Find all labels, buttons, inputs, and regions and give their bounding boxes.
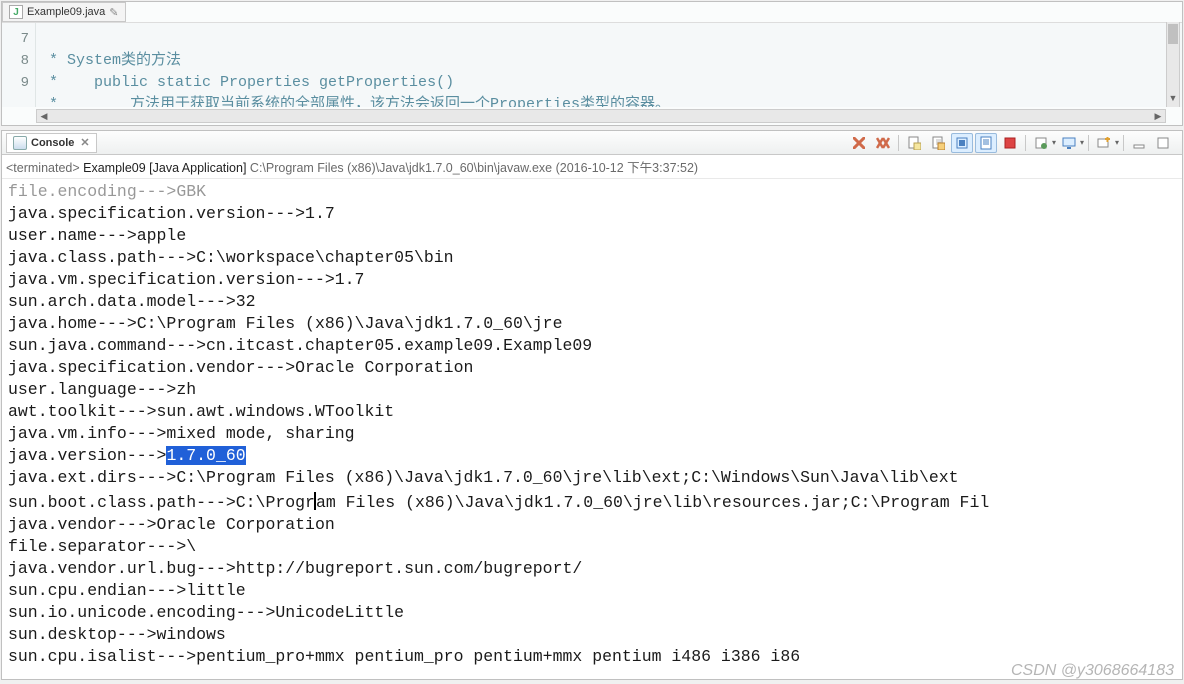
scroll-lock-button[interactable]: [951, 133, 973, 153]
output-line: sun.desktop--->windows: [8, 624, 1176, 646]
word-wrap-button[interactable]: [975, 133, 997, 153]
output-line: sun.arch.data.model--->32: [8, 291, 1176, 313]
console-output[interactable]: file.encoding--->GBKjava.specification.v…: [2, 179, 1182, 679]
output-line: user.name--->apple: [8, 225, 1176, 247]
scroll-thumb[interactable]: [1168, 24, 1178, 44]
new-console-icon: [1097, 136, 1111, 150]
scroll-right-arrow-icon[interactable]: ▶: [1151, 110, 1165, 122]
output-line: java.vm.specification.version--->1.7: [8, 269, 1176, 291]
output-line: java.specification.vendor--->Oracle Corp…: [8, 357, 1176, 379]
dropdown-arrow-icon[interactable]: ▾: [1080, 138, 1084, 147]
code-text[interactable]: * System类的方法 * public static Properties …: [36, 23, 1182, 107]
monitor-icon: [1062, 136, 1076, 150]
run-config-name: Example09 [Java Application]: [83, 161, 246, 175]
x-icon: [853, 137, 865, 149]
horizontal-scrollbar[interactable]: ◀ ▶: [36, 109, 1166, 123]
watermark: CSDN @y3068664183: [1011, 662, 1174, 680]
separator: [1123, 135, 1124, 151]
scroll-left-arrow-icon[interactable]: ◀: [37, 110, 51, 122]
minimize-button[interactable]: [1128, 133, 1150, 153]
maximize-button[interactable]: [1152, 133, 1174, 153]
separator: [898, 135, 899, 151]
console-tab-label: Console: [31, 137, 74, 149]
code-line: * System类的方法: [40, 52, 181, 69]
output-line: sun.cpu.isalist--->pentium_pro+mmx penti…: [8, 646, 1176, 668]
output-line: java.specification.version--->1.7: [8, 203, 1176, 225]
output-line: sun.boot.class.path--->C:\Program Files …: [8, 489, 1176, 514]
separator: [1025, 135, 1026, 151]
line-number: 8: [2, 50, 29, 72]
output-line: java.version--->1.7.0_60: [8, 445, 1176, 467]
console-tabbar: Console ✕: [2, 131, 1182, 155]
vertical-scrollbar[interactable]: ▲ ▼: [1166, 22, 1180, 107]
editor-tab-filename: Example09.java: [27, 6, 105, 18]
output-line: sun.java.command--->cn.itcast.chapter05.…: [8, 335, 1176, 357]
pin-console-button[interactable]: [1030, 133, 1052, 153]
console-toolbar: ▾ ▾ ▾: [844, 133, 1178, 153]
editor-tab[interactable]: J Example09.java ✎: [2, 2, 126, 22]
output-line: sun.io.unicode.encoding--->UnicodeLittle: [8, 602, 1176, 624]
double-x-icon: [876, 137, 890, 149]
console-tab[interactable]: Console ✕: [6, 133, 97, 153]
code-line: * public static Properties getProperties…: [40, 74, 454, 91]
text-caret: [315, 493, 316, 512]
line-number: 7: [2, 28, 29, 50]
output-line: awt.toolkit--->sun.awt.windows.WToolkit: [8, 401, 1176, 423]
remove-all-terminated-button[interactable]: [872, 133, 894, 153]
terminated-prefix: <terminated>: [6, 161, 83, 175]
java-file-icon: J: [9, 5, 23, 19]
minimize-icon: [1133, 137, 1145, 149]
launch-header: <terminated> Example09 [Java Application…: [2, 155, 1182, 179]
page-icon: [979, 136, 993, 150]
output-line: java.class.path--->C:\workspace\chapter0…: [8, 247, 1176, 269]
scroll-down-arrow-icon[interactable]: ▼: [1167, 93, 1179, 107]
run-path: C:\Program Files (x86)\Java\jdk1.7.0_60\…: [246, 161, 698, 175]
terminate-button[interactable]: [848, 133, 870, 153]
maximize-icon: [1157, 137, 1169, 149]
show-on-output-button[interactable]: [999, 133, 1021, 153]
remove-launch-button[interactable]: [903, 133, 925, 153]
close-icon[interactable]: ✕: [80, 136, 89, 149]
pin-console-icon: [1034, 136, 1048, 150]
output-line: user.language--->zh: [8, 379, 1176, 401]
code-line: * 方法用于获取当前系统的全部属性，该方法会返回一个Properties类型的容…: [40, 96, 670, 107]
output-line: java.vendor.url.bug--->http://bugreport.…: [8, 558, 1176, 580]
output-line: java.vendor--->Oracle Corporation: [8, 514, 1176, 536]
output-line: java.ext.dirs--->C:\Program Files (x86)\…: [8, 467, 1176, 489]
scroll-lock-icon: [955, 136, 969, 150]
output-line: sun.cpu.endian--->little: [8, 580, 1176, 602]
output-line: java.home--->C:\Program Files (x86)\Java…: [8, 313, 1176, 335]
output-line: file.encoding--->GBK: [8, 181, 1176, 203]
dirty-marker: ✎: [109, 6, 118, 19]
page-clear-icon: [931, 136, 945, 150]
line-number-gutter: 7 8 9: [2, 23, 36, 107]
line-number: 9: [2, 72, 29, 94]
clear-console-button[interactable]: [927, 133, 949, 153]
code-editor[interactable]: J Example09.java ✎ 7 8 9 * System类的方法 * …: [1, 1, 1183, 126]
output-line: file.separator--->\: [8, 536, 1176, 558]
dropdown-arrow-icon[interactable]: ▾: [1115, 138, 1119, 147]
dropdown-arrow-icon[interactable]: ▾: [1052, 138, 1056, 147]
stop-icon: [1004, 137, 1016, 149]
console-icon: [13, 136, 27, 150]
open-console-button[interactable]: [1093, 133, 1115, 153]
editor-body[interactable]: 7 8 9 * System类的方法 * public static Prope…: [2, 22, 1182, 107]
output-line: java.vm.info--->mixed mode, sharing: [8, 423, 1176, 445]
display-selected-console-button[interactable]: [1058, 133, 1080, 153]
selected-text: 1.7.0_60: [166, 446, 245, 465]
console-view: Console ✕: [1, 130, 1183, 680]
separator: [1088, 135, 1089, 151]
page-remove-icon: [907, 136, 921, 150]
